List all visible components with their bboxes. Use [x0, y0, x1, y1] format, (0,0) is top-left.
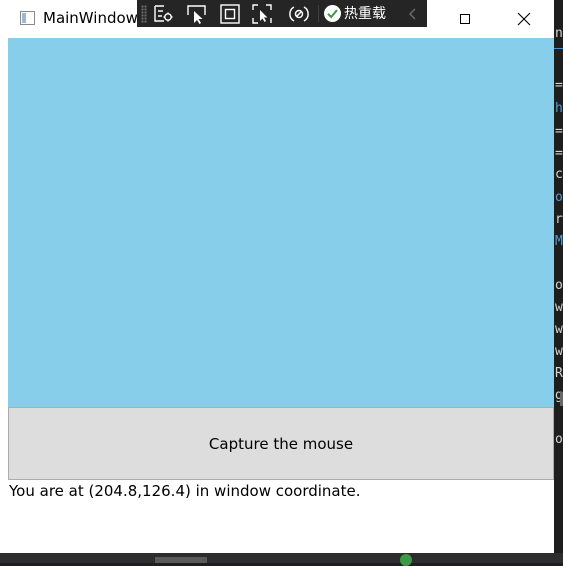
bg-code-fragment: o — [555, 278, 563, 293]
hot-reload-status[interactable]: 热重载 — [324, 2, 386, 25]
bg-horizontal-scroll-thumb — [155, 557, 207, 563]
bg-code-fragment: R — [555, 366, 563, 381]
bg-code-fragment: h — [555, 101, 563, 116]
live-visual-tree-button[interactable] — [152, 2, 176, 25]
bg-code-fragment: n — [555, 26, 563, 41]
bg-code-fragment: = — [555, 124, 563, 139]
bg-code-fragment: c — [555, 167, 563, 182]
bg-code-fragment: w — [555, 322, 563, 337]
xaml-runtime-toolbar: 热重载 — [137, 0, 427, 27]
binding-failures-icon — [289, 5, 309, 22]
chevron-left-icon — [409, 8, 416, 19]
toolbar-separator — [318, 5, 319, 22]
bg-status-ok-icon — [400, 554, 412, 566]
maximize-icon — [460, 14, 470, 24]
bg-code-fragment: = — [555, 78, 563, 93]
background-status-strip — [0, 553, 563, 566]
background-code-editor: n = h = = c o r M o w w w R g o — [554, 0, 563, 563]
bg-code-fragment: w — [555, 300, 563, 315]
close-button[interactable] — [495, 0, 553, 38]
maximize-button[interactable] — [436, 0, 494, 38]
bg-code-fragment: M — [555, 234, 563, 249]
select-element-icon — [187, 4, 206, 24]
bg-code-fragment: w — [555, 344, 563, 359]
hot-reload-label: 热重载 — [344, 5, 386, 22]
bg-code-fragment: o — [555, 190, 563, 205]
mouse-coordinates-text: You are at (204.8,126.4) in window coord… — [9, 482, 361, 500]
toolbar-grip[interactable] — [141, 5, 147, 23]
display-layout-adorners-icon — [220, 3, 240, 24]
bg-code-fragment: = — [555, 146, 563, 161]
select-element-button[interactable] — [185, 2, 209, 25]
window-title: MainWindow — [43, 9, 138, 27]
binding-failures-button[interactable] — [287, 2, 311, 25]
track-focused-element-button[interactable] — [250, 2, 274, 25]
sky-blue-canvas[interactable] — [8, 38, 554, 407]
capture-mouse-button[interactable]: Capture the mouse — [8, 407, 554, 480]
collapse-toolbar-button[interactable] — [404, 2, 422, 25]
live-visual-tree-icon — [154, 4, 173, 22]
window-app-icon[interactable] — [20, 11, 35, 25]
bg-editor-rule — [554, 48, 563, 49]
display-layout-adorners-button[interactable] — [218, 2, 242, 25]
main-window: MainWindow 热重载 Capture the mouse You are… — [0, 0, 554, 553]
close-icon — [517, 12, 531, 26]
bg-code-fragment: r — [555, 212, 563, 227]
bg-code-fragment: o — [555, 432, 563, 447]
check-circle-icon — [324, 5, 341, 22]
track-focused-element-icon — [252, 3, 272, 24]
